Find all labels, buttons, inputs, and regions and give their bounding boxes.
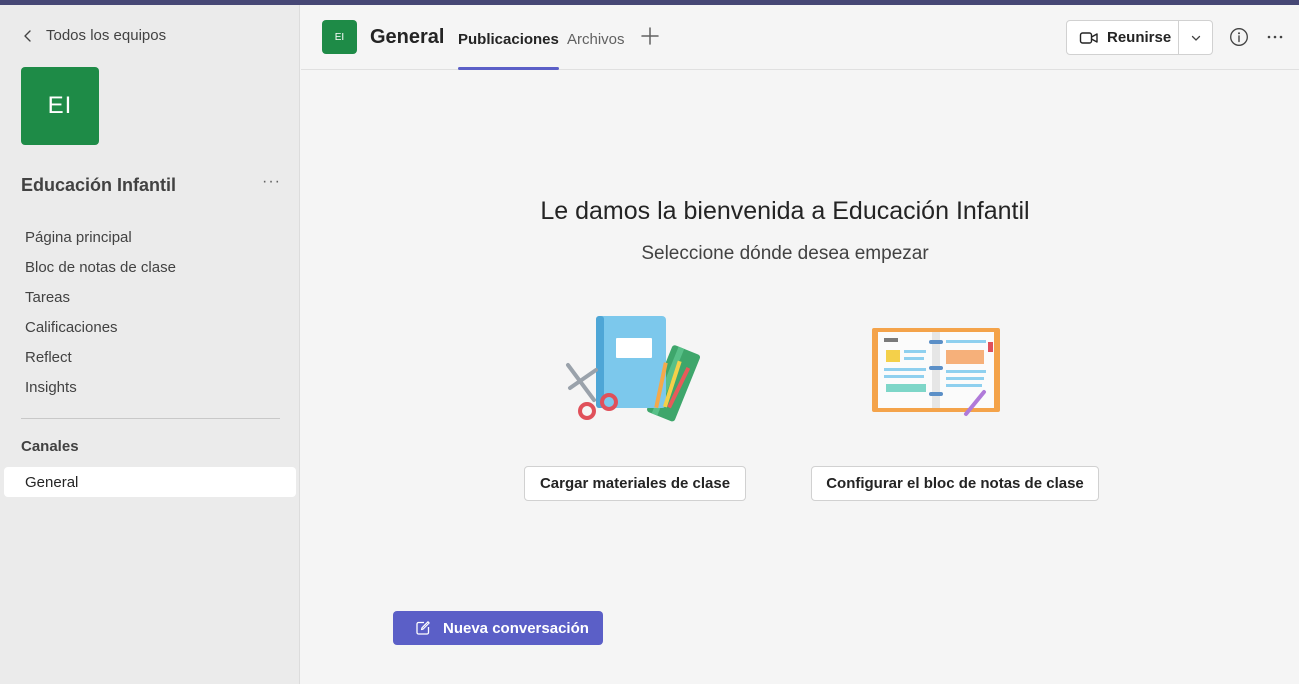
plus-icon[interactable]	[639, 25, 661, 47]
channel-avatar: EI	[322, 20, 357, 54]
meet-dropdown-button[interactable]	[1179, 21, 1212, 54]
meet-label: Reunirse	[1107, 29, 1172, 46]
channel-item-general[interactable]: General	[4, 467, 296, 497]
channel-title: General	[370, 26, 445, 48]
welcome-subtitle: Seleccione dónde desea empezar	[641, 243, 929, 264]
class-materials-illustration	[566, 316, 701, 422]
compose-icon	[416, 621, 430, 635]
all-teams-label: Todos los equipos	[46, 27, 167, 44]
new-conversation-button[interactable]: Nueva conversación	[393, 611, 603, 645]
tab-files[interactable]: Archivos	[567, 31, 625, 48]
meet-button-group: Reunirse	[1066, 20, 1213, 55]
nav-item-home[interactable]: Página principal	[25, 227, 176, 257]
new-conversation-label: Nueva conversación	[443, 619, 589, 637]
chevron-down-icon	[1191, 35, 1200, 41]
sidebar-divider	[21, 418, 280, 419]
nav-item-reflect[interactable]: Reflect	[25, 347, 176, 377]
setup-notebook-button[interactable]: Configurar el bloc de notas de clase	[811, 466, 1099, 501]
channels-heading: Canales	[21, 438, 79, 455]
upload-materials-button[interactable]: Cargar materiales de clase	[524, 466, 746, 501]
info-icon[interactable]	[1229, 27, 1249, 47]
team-nav: Página principal Bloc de notas de clase …	[25, 227, 176, 407]
nav-item-assignments[interactable]: Tareas	[25, 287, 176, 317]
channel-header: EI General Publicaciones Archivos Reunir…	[301, 5, 1299, 70]
team-more-options-icon[interactable]: ···	[262, 173, 281, 191]
welcome-title: Le damos la bienvenida a Educación Infan…	[540, 197, 1030, 225]
meet-button[interactable]: Reunirse	[1067, 21, 1179, 54]
video-camera-icon	[1079, 31, 1098, 44]
nav-item-class-notebook[interactable]: Bloc de notas de clase	[25, 257, 176, 287]
tab-posts[interactable]: Publicaciones	[458, 31, 559, 70]
team-name: Educación Infantil	[21, 175, 177, 195]
all-teams-link[interactable]: Todos los equipos	[20, 27, 166, 44]
nav-item-grades[interactable]: Calificaciones	[25, 317, 176, 347]
nav-item-insights[interactable]: Insights	[25, 377, 176, 407]
chevron-left-icon	[24, 29, 31, 42]
more-icon[interactable]	[1265, 27, 1285, 47]
class-notebook-illustration	[872, 328, 1000, 416]
team-avatar[interactable]: EI	[21, 67, 99, 145]
sidebar: Todos los equipos EI Educación Infantil …	[0, 5, 300, 684]
